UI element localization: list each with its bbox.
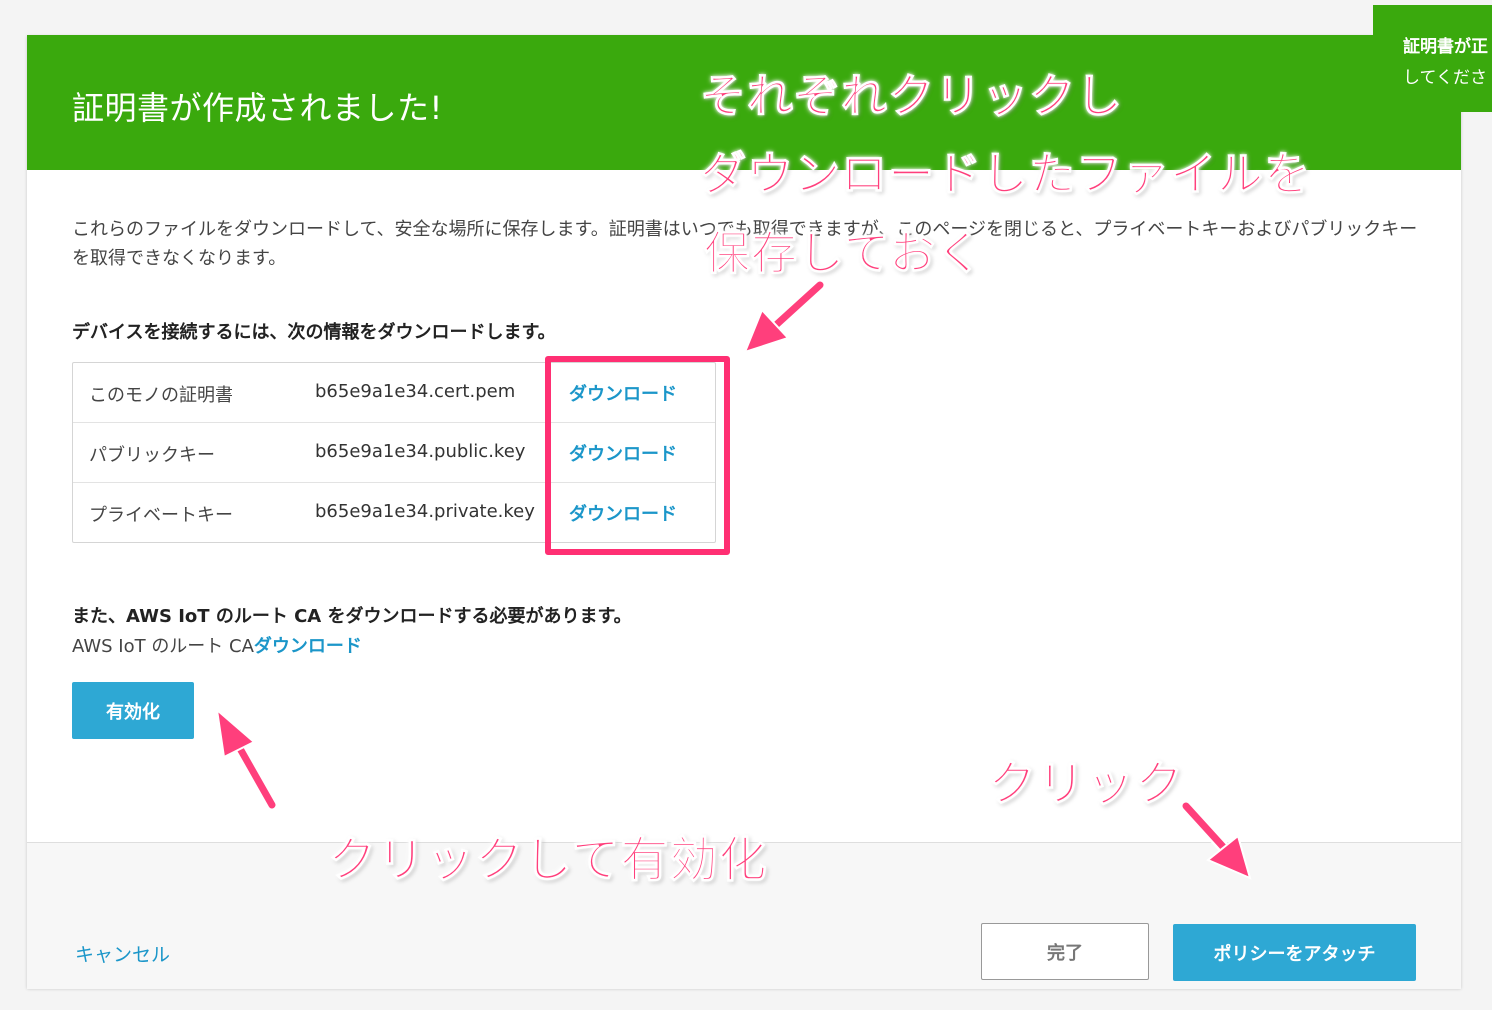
root-ca-title: また、AWS IoT のルート CA をダウンロードする必要があります。 xyxy=(72,606,632,627)
cancel-link[interactable]: キャンセル xyxy=(75,940,170,967)
annotation-activate: クリックして有効化 xyxy=(328,832,768,889)
file-name: b65e9a1e34.cert.pem xyxy=(315,381,516,402)
done-button[interactable]: 完了 xyxy=(981,923,1149,980)
annotation-download-line3: 保存しておく xyxy=(703,226,984,281)
file-label: このモノの証明書 xyxy=(89,385,233,406)
file-name: b65e9a1e34.public.key xyxy=(315,441,526,462)
annotation-download-line1: それぞれクリックし xyxy=(700,69,1123,124)
file-label: パブリックキー xyxy=(89,445,215,466)
file-name: b65e9a1e34.private.key xyxy=(315,501,535,522)
file-label: プライベートキー xyxy=(89,505,233,526)
download-highlight-box xyxy=(545,356,730,555)
download-root-ca-link[interactable]: ダウンロード xyxy=(254,636,362,657)
root-ca-line: AWS IoT のルート CAダウンロード xyxy=(72,632,362,658)
toast-message: してくださ xyxy=(1403,68,1487,88)
root-ca-label: AWS IoT のルート CA xyxy=(72,636,254,657)
annotation-download-line2: ダウンロードしたファイルを xyxy=(700,147,1311,202)
page-title: 証明書が作成されました! xyxy=(72,89,443,127)
toast-notification: 証明書が正 してくださ xyxy=(1373,5,1492,112)
attach-policy-button[interactable]: ポリシーをアタッチ xyxy=(1173,924,1416,981)
activate-button[interactable]: 有効化 xyxy=(72,682,194,739)
annotation-attach: クリック xyxy=(987,756,1185,813)
section-title: デバイスを接続するには、次の情報をダウンロードします。 xyxy=(72,322,556,343)
toast-title: 証明書が正 xyxy=(1403,37,1488,57)
